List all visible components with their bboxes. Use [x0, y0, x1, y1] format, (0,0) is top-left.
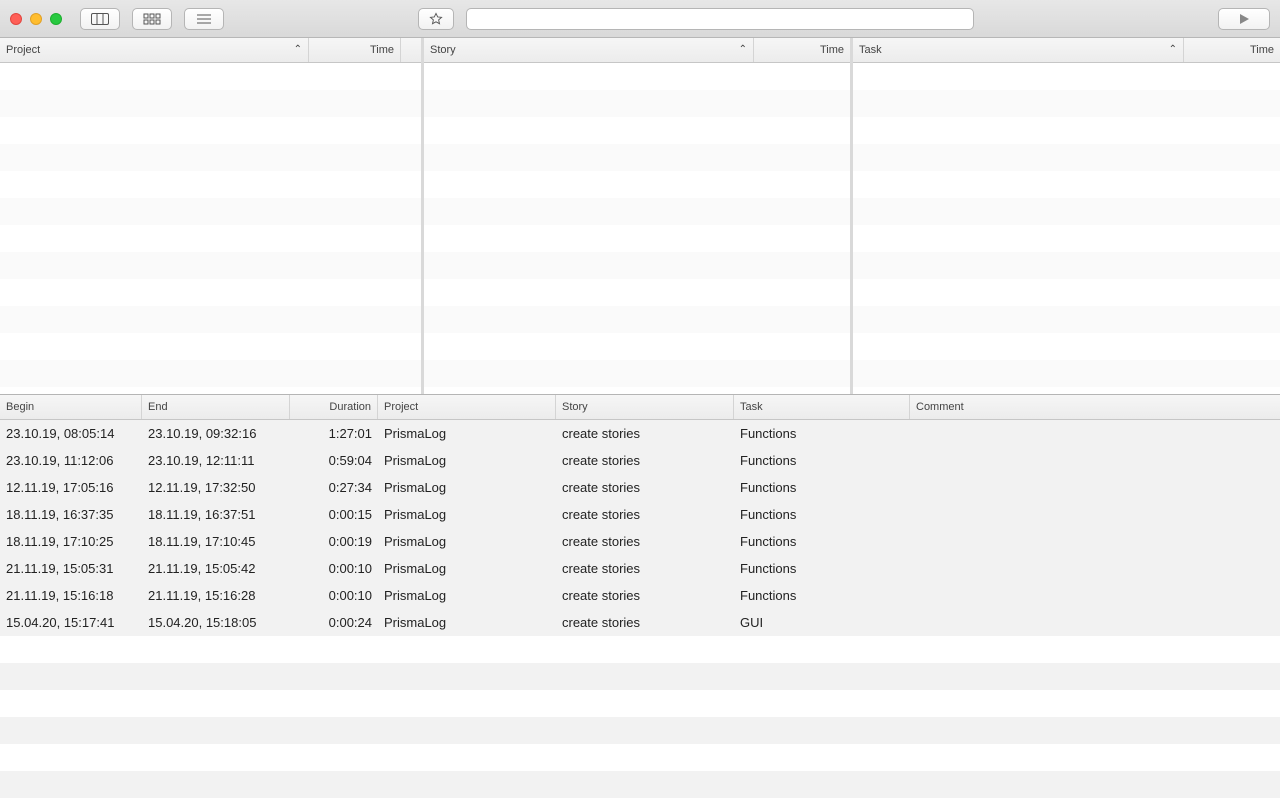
log-project: PrismaLog — [378, 480, 556, 495]
tasks-pane: Task ⌃ Time Functions2:54:33GUI0:00:24 — [853, 38, 1280, 394]
log-begin: 21.11.19, 15:16:18 — [0, 588, 142, 603]
log-story: create stories — [556, 426, 734, 441]
log-task: Functions — [734, 534, 910, 549]
log-duration: 0:00:19 — [290, 534, 378, 549]
log-task: Functions — [734, 426, 910, 441]
col-task-label: Task — [859, 44, 882, 56]
projects-rows: ACME Inc.4:01:16Los Pollos Hermanos2:55:… — [0, 63, 421, 394]
log-end: 12.11.19, 17:32:50 — [142, 480, 290, 495]
col-project-label: Project — [384, 401, 418, 413]
search-input[interactable] — [466, 8, 974, 30]
log-end: 21.11.19, 15:05:42 — [142, 561, 290, 576]
columns-view-button[interactable] — [80, 8, 120, 30]
logs-rows: 23.10.19, 08:05:1423.10.19, 09:32:161:27… — [0, 420, 1280, 800]
log-story: create stories — [556, 561, 734, 576]
log-begin: 12.11.19, 17:05:16 — [0, 480, 142, 495]
log-task: Functions — [734, 480, 910, 495]
zoom-icon[interactable] — [50, 13, 62, 25]
log-begin: 23.10.19, 11:12:06 — [0, 453, 142, 468]
log-story: create stories — [556, 615, 734, 630]
logs-pane: Begin End Duration Project Story Task Co… — [0, 395, 1280, 800]
chevron-up-icon: ⌃ — [1169, 44, 1177, 55]
log-task: Functions — [734, 453, 910, 468]
log-story: create stories — [556, 588, 734, 603]
log-row[interactable]: 23.10.19, 11:12:0623.10.19, 12:11:110:59… — [0, 447, 1280, 474]
log-task: Functions — [734, 507, 910, 522]
log-row[interactable]: 21.11.19, 15:16:1821.11.19, 15:16:280:00… — [0, 582, 1280, 609]
log-duration: 0:00:10 — [290, 588, 378, 603]
log-duration: 0:59:04 — [290, 453, 378, 468]
log-begin: 21.11.19, 15:05:31 — [0, 561, 142, 576]
log-story: create stories — [556, 507, 734, 522]
log-story: create stories — [556, 534, 734, 549]
grid-view-button[interactable] — [132, 8, 172, 30]
log-end: 23.10.19, 12:11:11 — [142, 453, 290, 468]
log-story: create stories — [556, 480, 734, 495]
log-project: PrismaLog — [378, 426, 556, 441]
logs-header[interactable]: Begin End Duration Project Story Task Co… — [0, 395, 1280, 420]
tasks-header[interactable]: Task ⌃ Time — [853, 38, 1280, 63]
log-project: PrismaLog — [378, 588, 556, 603]
projects-pane: Project ⌃ Time ACME Inc.4:01:16Los Pollos… — [0, 38, 424, 394]
log-row[interactable]: 18.11.19, 17:10:2518.11.19, 17:10:450:00… — [0, 528, 1280, 555]
log-row[interactable]: 21.11.19, 15:05:3121.11.19, 15:05:420:00… — [0, 555, 1280, 582]
log-project: PrismaLog — [378, 507, 556, 522]
chevron-up-icon: ⌃ — [739, 44, 747, 55]
stories-pane: Story ⌃ Time create projects12:50:04creat… — [424, 38, 853, 394]
list-view-button[interactable] — [184, 8, 224, 30]
col-story-label: Story — [430, 44, 456, 56]
log-duration: 0:00:15 — [290, 507, 378, 522]
log-row[interactable]: 12.11.19, 17:05:1612.11.19, 17:32:500:27… — [0, 474, 1280, 501]
log-end: 15.04.20, 15:18:05 — [142, 615, 290, 630]
log-task: Functions — [734, 561, 910, 576]
log-task: Functions — [734, 588, 910, 603]
stories-header[interactable]: Story ⌃ Time — [424, 38, 850, 63]
close-icon[interactable] — [10, 13, 22, 25]
log-project: PrismaLog — [378, 534, 556, 549]
col-end-label: End — [148, 401, 168, 413]
log-duration: 0:27:34 — [290, 480, 378, 495]
col-story-label: Story — [562, 401, 588, 413]
log-begin: 23.10.19, 08:05:14 — [0, 426, 142, 441]
col-duration-label: Duration — [329, 401, 371, 413]
log-project: PrismaLog — [378, 561, 556, 576]
log-end: 18.11.19, 16:37:51 — [142, 507, 290, 522]
col-begin-label: Begin — [6, 401, 34, 413]
log-project: PrismaLog — [378, 453, 556, 468]
log-project: PrismaLog — [378, 615, 556, 630]
log-end: 18.11.19, 17:10:45 — [142, 534, 290, 549]
log-row[interactable]: 15.04.20, 15:17:4115.04.20, 15:18:050:00… — [0, 609, 1280, 636]
log-begin: 18.11.19, 17:10:25 — [0, 534, 142, 549]
col-task-label: Task — [740, 401, 763, 413]
titlebar — [0, 0, 1280, 38]
projects-header[interactable]: Project ⌃ Time — [0, 38, 421, 63]
log-end: 23.10.19, 09:32:16 — [142, 426, 290, 441]
log-task: GUI — [734, 615, 910, 630]
minimize-icon[interactable] — [30, 13, 42, 25]
chevron-up-icon: ⌃ — [294, 44, 302, 55]
log-story: create stories — [556, 453, 734, 468]
log-end: 21.11.19, 15:16:28 — [142, 588, 290, 603]
log-duration: 1:27:01 — [290, 426, 378, 441]
stories-rows: create projects12:50:04create stories2:5… — [424, 63, 850, 394]
col-time-label: Time — [1250, 44, 1274, 56]
master-panes: Project ⌃ Time ACME Inc.4:01:16Los Pollos… — [0, 38, 1280, 395]
tasks-rows: Functions2:54:33GUI0:00:24 — [853, 63, 1280, 394]
log-begin: 15.04.20, 15:17:41 — [0, 615, 142, 630]
log-duration: 0:00:24 — [290, 615, 378, 630]
log-row[interactable]: 23.10.19, 08:05:1423.10.19, 09:32:161:27… — [0, 420, 1280, 447]
log-row[interactable]: 18.11.19, 16:37:3518.11.19, 16:37:510:00… — [0, 501, 1280, 528]
favorite-button[interactable] — [418, 8, 454, 30]
log-duration: 0:00:10 — [290, 561, 378, 576]
play-button[interactable] — [1218, 8, 1270, 30]
col-time-label: Time — [370, 44, 394, 56]
col-comment-label: Comment — [916, 401, 964, 413]
window-controls — [10, 13, 62, 25]
col-time-label: Time — [820, 44, 844, 56]
col-project-label: Project — [6, 44, 40, 56]
log-begin: 18.11.19, 16:37:35 — [0, 507, 142, 522]
